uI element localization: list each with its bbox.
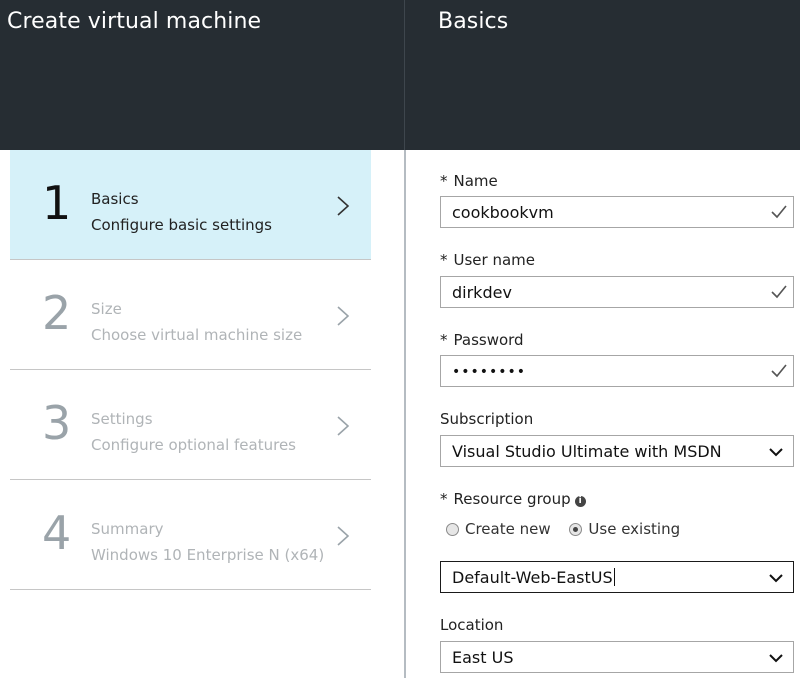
name-input[interactable]: cookbookvm bbox=[440, 196, 794, 228]
step-number: 4 bbox=[42, 506, 72, 560]
subscription-label: Subscription bbox=[440, 410, 534, 428]
step-description: Configure basic settings bbox=[91, 216, 272, 234]
radio-create-new[interactable]: Create new bbox=[446, 520, 551, 538]
required-asterisk: * bbox=[440, 251, 448, 269]
step-name: Summary bbox=[91, 520, 164, 538]
text-cursor bbox=[613, 568, 615, 586]
step-summary[interactable]: 4 Summary Windows 10 Enterprise N (x64) bbox=[10, 480, 371, 590]
resource-group-options: Create new Use existing bbox=[446, 520, 694, 538]
password-input[interactable]: •••••••• bbox=[440, 355, 794, 387]
required-asterisk: * bbox=[440, 490, 448, 508]
chevron-down-icon bbox=[769, 448, 783, 457]
location-label: Location bbox=[440, 616, 504, 634]
required-asterisk: * bbox=[440, 172, 448, 190]
check-icon bbox=[771, 285, 787, 299]
username-input-value: dirkdev bbox=[452, 283, 512, 302]
step-description: Configure optional features bbox=[91, 436, 296, 454]
name-input-value: cookbookvm bbox=[452, 203, 554, 222]
step-number: 2 bbox=[42, 286, 72, 340]
chevron-down-icon bbox=[769, 574, 783, 583]
resource-group-select-value: Default-Web-EastUS bbox=[452, 568, 615, 587]
subscription-select-value: Visual Studio Ultimate with MSDN bbox=[452, 442, 722, 461]
check-icon bbox=[771, 205, 787, 219]
check-icon bbox=[771, 364, 787, 378]
step-settings[interactable]: 3 Settings Configure optional features bbox=[10, 370, 371, 480]
step-description: Windows 10 Enterprise N (x64) bbox=[91, 546, 325, 564]
info-icon[interactable]: i bbox=[574, 496, 586, 507]
resource-group-select[interactable]: Default-Web-EastUS bbox=[440, 561, 794, 593]
password-input-value: •••••••• bbox=[452, 364, 527, 380]
name-label: * Name bbox=[440, 172, 498, 190]
chevron-down-icon bbox=[769, 654, 783, 663]
chevron-right-icon bbox=[337, 306, 350, 326]
radio-button[interactable] bbox=[446, 523, 459, 536]
username-input[interactable]: dirkdev bbox=[440, 276, 794, 308]
step-name: Basics bbox=[91, 190, 139, 208]
blade-title-basics: Basics bbox=[438, 9, 509, 34]
subscription-select[interactable]: Visual Studio Ultimate with MSDN bbox=[440, 435, 794, 467]
resource-group-label: * Resource group i bbox=[440, 490, 586, 508]
header-divider bbox=[404, 0, 405, 150]
blade-header-bar: Create virtual machine Basics bbox=[0, 0, 800, 150]
username-label: * User name bbox=[440, 251, 535, 269]
location-select[interactable]: East US bbox=[440, 641, 794, 673]
required-asterisk: * bbox=[440, 331, 448, 349]
step-name: Size bbox=[91, 300, 122, 318]
step-size[interactable]: 2 Size Choose virtual machine size bbox=[10, 260, 371, 370]
step-number: 1 bbox=[42, 176, 72, 230]
password-label: * Password bbox=[440, 331, 524, 349]
location-select-value: East US bbox=[452, 648, 514, 667]
step-name: Settings bbox=[91, 410, 153, 428]
step-basics[interactable]: 1 Basics Configure basic settings bbox=[10, 150, 371, 260]
chevron-right-icon bbox=[337, 196, 350, 216]
step-description: Choose virtual machine size bbox=[91, 326, 303, 344]
step-number: 3 bbox=[42, 396, 72, 450]
radio-use-existing[interactable]: Use existing bbox=[569, 520, 680, 538]
wizard-steps-panel: 1 Basics Configure basic settings 2 Size… bbox=[0, 150, 404, 678]
chevron-right-icon bbox=[337, 526, 350, 546]
blade-title-create-vm: Create virtual machine bbox=[7, 9, 262, 34]
radio-button-selected[interactable] bbox=[569, 523, 583, 536]
basics-form: * Name cookbookvm * User name dirkdev * Pas… bbox=[406, 150, 800, 678]
chevron-right-icon bbox=[337, 416, 350, 436]
